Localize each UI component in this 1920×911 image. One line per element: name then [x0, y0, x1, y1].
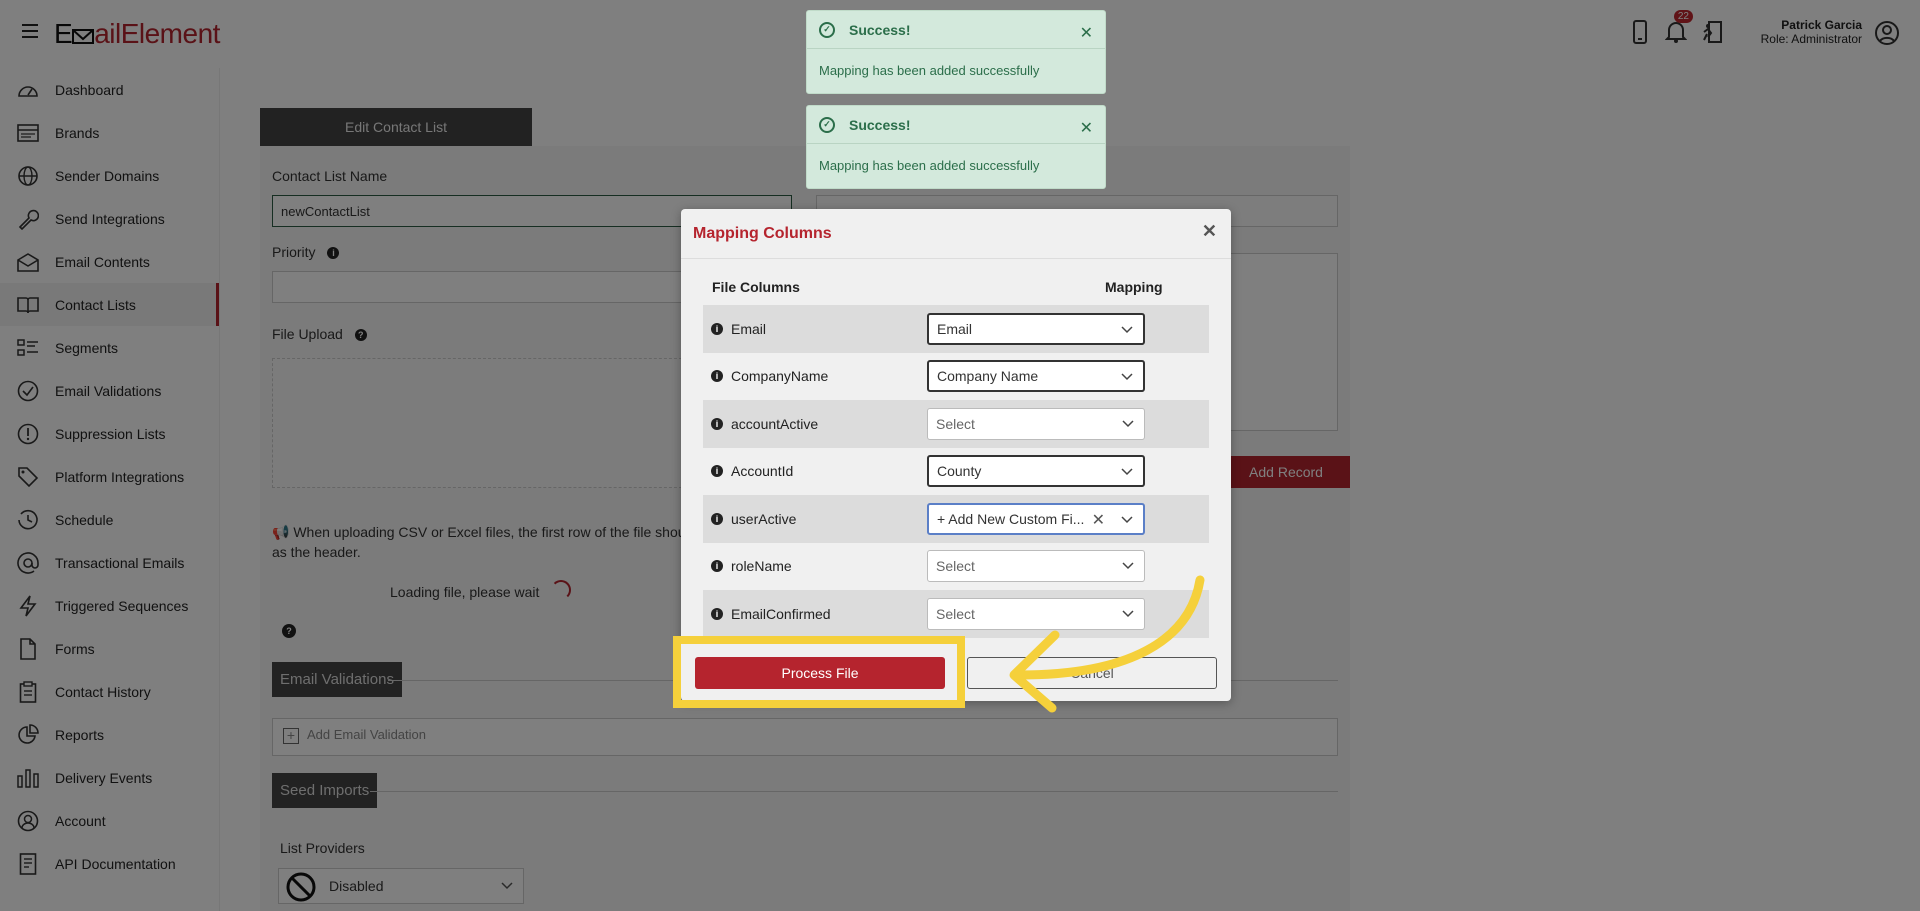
close-icon[interactable]: ✕: [1202, 221, 1217, 242]
toast-title: Success!: [849, 21, 911, 38]
mapping-row: i accountActive Select: [703, 400, 1209, 448]
mapping-select[interactable]: + Add New Custom Fi... ✕: [927, 502, 1145, 535]
success-toast: ✓ Success! ✕ Mapping has been added succes…: [806, 105, 1106, 189]
info-icon: i: [711, 370, 723, 383]
info-icon: i: [711, 465, 723, 478]
file-column-name: userActive: [731, 510, 797, 527]
success-toast: ✓ Success! ✕ Mapping has been added succes…: [806, 10, 1106, 94]
file-column-name: roleName: [731, 558, 792, 575]
file-column-name: CompanyName: [731, 368, 829, 385]
toast-message: Mapping has been added successfully: [819, 63, 1040, 78]
check-circle-icon: ✓: [819, 21, 835, 38]
mapping-row: i CompanyName Company Name: [703, 353, 1209, 401]
chevron-down-icon: [1121, 468, 1133, 476]
toast-title: Success!: [849, 116, 911, 133]
file-columns-header: File Columns: [712, 279, 800, 295]
tutorial-highlight-box: [673, 636, 965, 708]
chevron-down-icon: [1121, 326, 1133, 333]
mapping-header: Mapping: [1105, 279, 1163, 295]
mapping-select[interactable]: Select: [927, 407, 1145, 440]
mapping-row: i Email Email: [703, 305, 1209, 353]
modal-title: Mapping Columns: [693, 224, 832, 242]
info-icon: i: [711, 322, 723, 335]
tutorial-arrow-icon: [1009, 575, 1205, 713]
info-icon: i: [711, 607, 723, 620]
chevron-down-icon: [1121, 373, 1133, 381]
file-column-name: AccountId: [731, 463, 794, 480]
mapping-row: i userActive + Add New Custom Fi... ✕: [703, 495, 1209, 543]
mapping-select[interactable]: Company Name: [927, 360, 1145, 393]
file-column-name: Email: [731, 320, 767, 337]
toast-message: Mapping has been added successfully: [819, 158, 1040, 173]
file-column-name: accountActive: [731, 415, 819, 432]
chevron-down-icon: [1122, 420, 1134, 427]
mapping-row: i AccountId County: [703, 448, 1209, 496]
mapping-select[interactable]: Email: [927, 312, 1145, 345]
info-icon: i: [711, 560, 723, 573]
info-icon: i: [711, 512, 723, 525]
close-icon[interactable]: ✕: [1080, 23, 1093, 43]
mapping-select[interactable]: County: [927, 455, 1145, 488]
check-circle-icon: ✓: [819, 116, 835, 133]
clear-icon[interactable]: ✕: [1092, 510, 1105, 530]
close-icon[interactable]: ✕: [1080, 118, 1093, 138]
file-column-name: EmailConfirmed: [731, 605, 831, 622]
chevron-down-icon: [1121, 516, 1133, 523]
info-icon: i: [711, 417, 723, 430]
